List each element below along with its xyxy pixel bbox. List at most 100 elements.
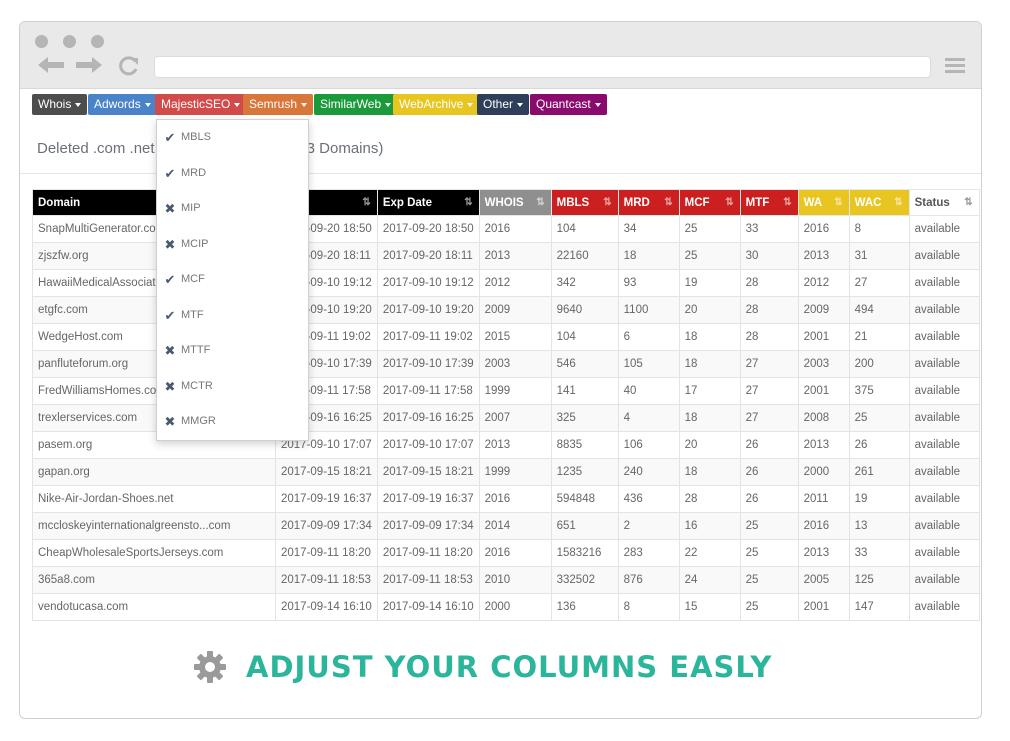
dropdown-item-mrd[interactable]: ✔ MRD — [157, 156, 308, 191]
cell-status: available — [908, 350, 980, 378]
column-header-wac[interactable]: WAC ⇅ — [848, 189, 910, 216]
sort-icon[interactable]: ⇅ — [603, 197, 611, 208]
cell-mrd: 40 — [617, 377, 680, 405]
cell-mbls: 141 — [550, 377, 619, 405]
window-dot-close[interactable] — [35, 35, 48, 48]
dropdown-item-label: MRD — [181, 166, 207, 179]
dropdown-item-mcip[interactable]: ✖ MCIP — [157, 227, 308, 262]
window-dot-maximize[interactable] — [91, 35, 104, 48]
dropdown-item-mtf[interactable]: ✔ MTF — [157, 298, 308, 333]
table-row[interactable]: CheapWholesaleSportsJerseys.com 2017-09-1… — [32, 539, 980, 567]
column-header-label: Status — [914, 196, 950, 209]
column-header-mcf[interactable]: MCF ⇅ — [678, 189, 741, 216]
forward-arrow-icon[interactable] — [74, 55, 104, 75]
dropdown-item-label: MIP — [181, 202, 201, 214]
cell-exp-date: 2017-09-14 16:10 — [376, 593, 480, 621]
check-icon: ✔ — [164, 272, 176, 287]
cell-mrd: 436 — [617, 485, 680, 513]
cross-icon: ✖ — [164, 343, 176, 358]
sort-icon[interactable]: ⇅ — [834, 197, 842, 208]
webarchive-dropdown-button[interactable]: WebArchive — [393, 94, 480, 115]
address-bar[interactable] — [154, 56, 931, 78]
cell-mcf: 17 — [678, 377, 741, 405]
cell-mbls: 1235 — [550, 458, 619, 486]
cell-mbls: 325 — [550, 404, 619, 432]
dropdown-item-mip[interactable]: ✖ MIP — [157, 191, 308, 226]
cell-wa: 2001 — [797, 593, 850, 621]
cell-wa: 2013 — [797, 539, 850, 567]
cell-domain[interactable]: vendotucasa.com — [32, 593, 276, 621]
column-header-mbls[interactable]: MBLS ⇅ — [550, 189, 619, 216]
cell-mbls: 104 — [550, 323, 619, 351]
cell-domain[interactable]: Nike-Air-Jordan-Shoes.net — [32, 485, 276, 513]
cell-mtf: 25 — [739, 566, 799, 594]
column-header-exp-date[interactable]: Exp Date ⇅ — [376, 189, 480, 216]
quantcast-dropdown-button[interactable]: Quantcast — [530, 94, 607, 115]
back-arrow-icon[interactable] — [36, 55, 66, 75]
cell-mcf: 18 — [678, 404, 741, 432]
similarweb-dropdown-button[interactable]: SimilarWeb — [314, 94, 398, 115]
heading-left: Deleted .com .net — [37, 140, 155, 157]
cross-icon: ✖ — [164, 414, 176, 429]
cell-mrd: 93 — [617, 269, 680, 297]
cell-mtf: 26 — [739, 458, 799, 486]
sort-icon[interactable]: ⇅ — [464, 197, 472, 208]
dropdown-item-mmgr[interactable]: ✖ MMGR — [157, 404, 308, 439]
cell-mbls: 546 — [550, 350, 619, 378]
table-row[interactable]: 365a8.com 2017-09-11 18:53 2017-09-11 18:5… — [32, 566, 980, 594]
cell-mcf: 18 — [678, 323, 741, 351]
cell-domain[interactable]: mccloskeyinternationalgreensto...com — [32, 512, 276, 540]
other-dropdown-button[interactable]: Other — [477, 94, 530, 115]
column-header-label: WHOIS — [484, 196, 524, 209]
reload-icon[interactable] — [118, 55, 140, 77]
cell-exp-date: 2017-09-10 17:39 — [376, 350, 480, 378]
table-row[interactable]: vendotucasa.com 2017-09-14 16:10 2017-09-1… — [32, 593, 980, 621]
adwords-dropdown-button[interactable]: Adwords — [88, 94, 157, 115]
cell-mrd: 240 — [617, 458, 680, 486]
cell-wa: 2012 — [797, 269, 850, 297]
sort-icon[interactable]: ⇅ — [894, 197, 902, 208]
cell-exp-date: 2017-09-19 16:37 — [376, 485, 480, 513]
table-row[interactable]: gapan.org 2017-09-15 18:21 2017-09-15 18:2… — [32, 458, 980, 486]
sort-icon[interactable]: ⇅ — [725, 197, 733, 208]
semrush-dropdown-button[interactable]: Semrush — [243, 94, 314, 115]
column-header-label: MBLS — [556, 196, 590, 209]
cell-whois: 2009 — [478, 296, 552, 324]
cell-mcf: 24 — [678, 566, 741, 594]
check-icon: ✔ — [164, 307, 176, 323]
cell-status: available — [908, 323, 980, 351]
cell-status: available — [908, 269, 980, 297]
sort-icon[interactable]: ⇅ — [783, 197, 791, 208]
column-header-wa[interactable]: WA ⇅ — [797, 189, 850, 216]
sort-icon[interactable]: ⇅ — [964, 197, 972, 208]
cell-wac: 494 — [848, 296, 910, 324]
dropdown-item-label: MBLS — [181, 131, 211, 143]
cell-domain[interactable]: CheapWholesaleSportsJerseys.com — [32, 539, 276, 567]
table-row[interactable]: Nike-Air-Jordan-Shoes.net 2017-09-19 16:3… — [32, 485, 980, 513]
hamburger-menu-icon[interactable] — [945, 58, 965, 74]
cell-mcf: 25 — [678, 242, 741, 270]
cell-domain[interactable]: gapan.org — [32, 458, 276, 486]
column-header-whois[interactable]: WHOIS ⇅ — [478, 189, 552, 216]
sort-icon[interactable]: ⇅ — [664, 197, 672, 208]
cell-wac: 13 — [848, 512, 910, 540]
column-header-mrd[interactable]: MRD ⇅ — [617, 189, 680, 216]
cell-exp-date: 2017-09-10 19:12 — [376, 269, 480, 297]
dropdown-item-mbls[interactable]: ✔ MBLS — [157, 120, 308, 155]
dropdown-item-mctr[interactable]: ✖ MCTR — [157, 369, 308, 404]
column-header-mtf[interactable]: MTF ⇅ — [739, 189, 799, 216]
cell-mrd: 283 — [617, 539, 680, 567]
sort-icon[interactable]: ⇅ — [362, 197, 370, 208]
column-header-status[interactable]: Status ⇅ — [908, 189, 980, 216]
majesticseo-column-dropdown: ✔ MBLS ✔ MRD ✖ MIP ✖ MCIP ✔ MCF ✔ MTF ✖ MTTF ✖ MCTR ✖ MMG… — [156, 119, 309, 441]
dropdown-item-mttf[interactable]: ✖ MTTF — [157, 333, 308, 368]
window-dot-minimize[interactable] — [63, 35, 76, 48]
cell-domain[interactable]: 365a8.com — [32, 566, 276, 594]
whois-dropdown-button[interactable]: Whois — [32, 94, 88, 115]
sort-icon[interactable]: ⇅ — [536, 197, 544, 208]
cell-wac: 33 — [848, 539, 910, 567]
table-row[interactable]: mccloskeyinternationalgreensto...com 2017… — [32, 512, 980, 540]
dropdown-item-mcf[interactable]: ✔ MCF — [157, 262, 308, 297]
majesticseo-dropdown-button[interactable]: MajesticSEO — [155, 94, 247, 115]
cell-mtf: 25 — [739, 593, 799, 621]
